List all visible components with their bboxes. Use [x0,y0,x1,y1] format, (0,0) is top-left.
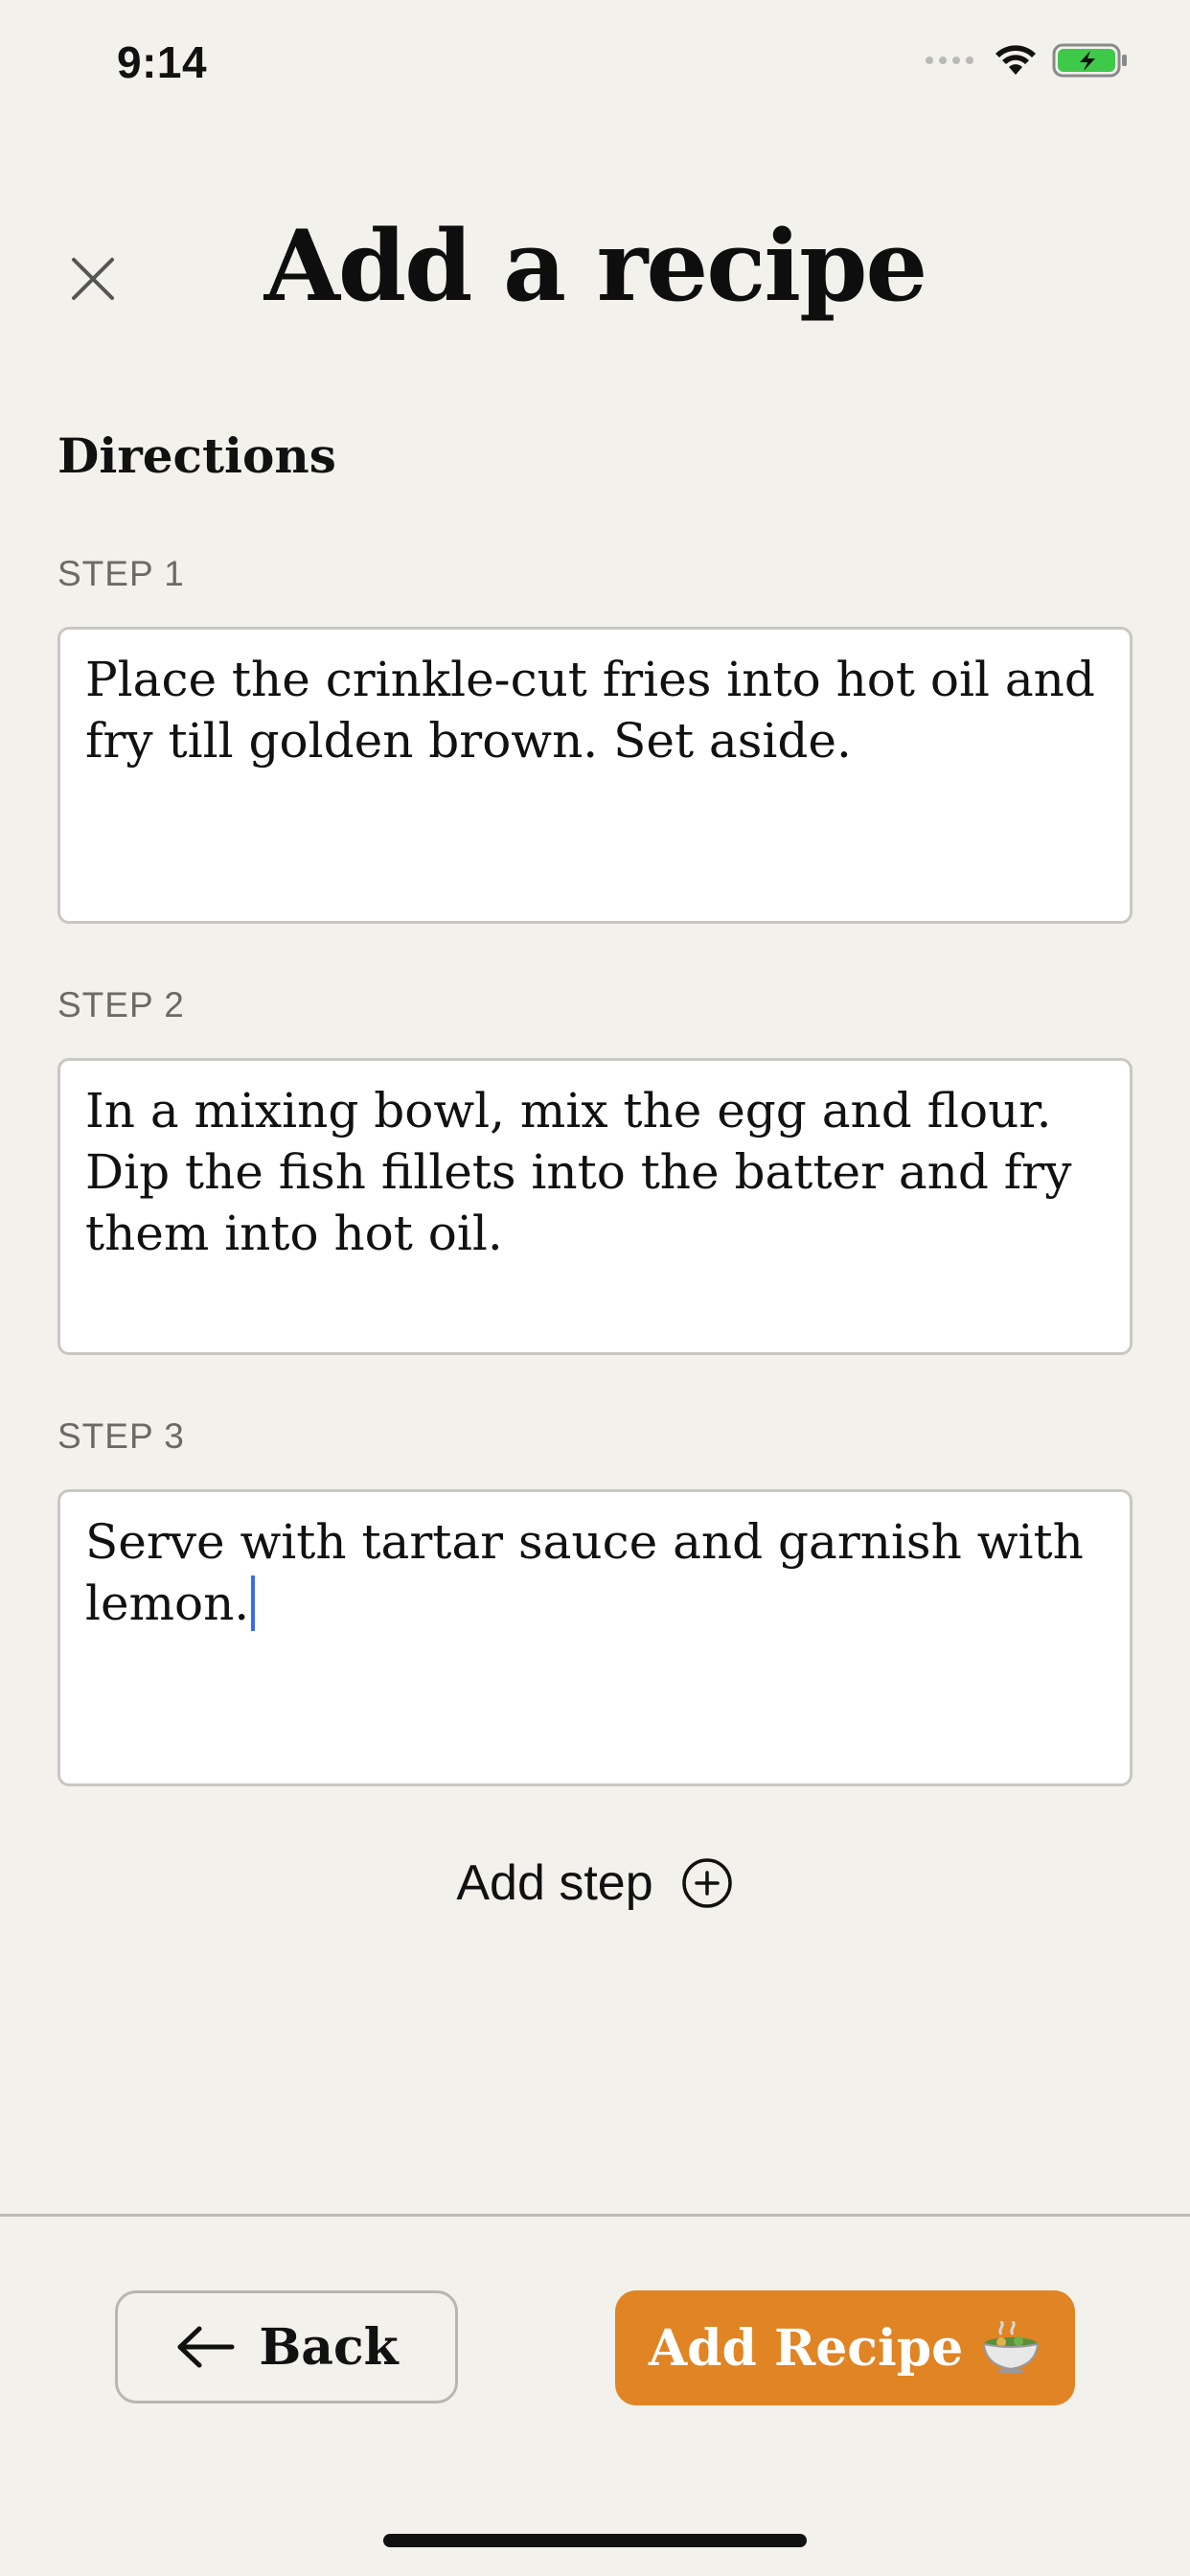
back-button[interactable]: Back [115,2290,458,2404]
step-1-label: STEP 1 [57,554,185,593]
food-bowl-icon [983,2321,1040,2374]
step-2-text: In a mixing bowl, mix the egg and flour.… [85,1083,1072,1261]
page-title: Add a recipe [263,209,928,324]
wifi-icon [995,45,1036,75]
arrow-left-icon [177,2326,235,2368]
footer-divider [0,2214,1190,2217]
home-indicator [383,2534,807,2547]
step-1-input[interactable]: Place the crinkle-cut fries into hot oil… [57,627,1133,924]
status-icons [926,42,1129,79]
step-2-input[interactable]: In a mixing bowl, mix the egg and flour.… [57,1058,1133,1355]
step-1-text: Place the crinkle-cut fries into hot oil… [85,652,1095,769]
text-cursor [251,1576,256,1631]
step-2-label: STEP 2 [57,985,185,1024]
add-recipe-label: Add Recipe [648,2318,964,2378]
battery-charging-icon [1052,43,1127,78]
plus-circle-icon [681,1858,732,1908]
add-step-button[interactable]: Add step [0,1854,1190,1912]
step-3-text: Serve with tartar sauce and garnish with… [85,1514,1084,1631]
back-label: Back [259,2317,399,2377]
add-step-label: Add step [456,1855,653,1911]
add-recipe-button[interactable]: Add Recipe [615,2290,1075,2405]
step-3-input[interactable]: Serve with tartar sauce and garnish with… [57,1489,1133,1786]
step-3-label: STEP 3 [57,1416,185,1456]
status-time: 9:14 [117,37,208,87]
directions-heading: Directions [57,427,336,484]
cellular-signal-icon [926,57,973,64]
